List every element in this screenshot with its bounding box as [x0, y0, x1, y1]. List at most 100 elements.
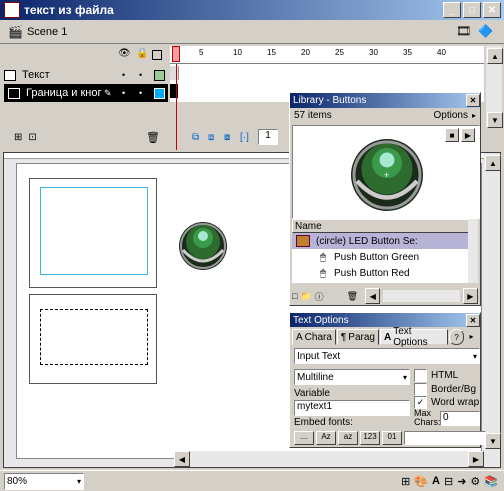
line-type-select[interactable]: Multiline ▾ [294, 369, 410, 385]
edit-symbols-icon[interactable]: 🔷 [478, 24, 493, 38]
button-symbol-icon: 🖱 [320, 251, 326, 263]
edit-multiple-icon[interactable]: ⧇ [224, 132, 230, 143]
para-tab-icon: ¶ [340, 331, 347, 343]
tick-25: 25 [335, 48, 344, 57]
text-type-select[interactable]: Input Text ▾ [294, 348, 480, 364]
layer-row-border[interactable]: Граница и кног ✎ • • [4, 84, 168, 102]
layer-color-swatch[interactable] [154, 70, 165, 81]
embed-uppercase-button[interactable]: Az [316, 431, 336, 445]
list-item[interactable]: 🖱 Push Button Red [292, 265, 478, 281]
panel-tabs: A Chara ¶ Parag A Text Options ? ▸ [290, 326, 480, 348]
html-checkbox-row[interactable]: HTML [414, 369, 458, 382]
tick-40: 40 [437, 48, 446, 57]
library-footer: □ 📁 ⓘ 🗑 ◀ ▶ [292, 288, 479, 304]
embed-lowercase-button[interactable]: az [338, 431, 358, 445]
new-symbol-icon[interactable]: □ [292, 291, 297, 301]
embed-numbers-button[interactable]: 123 [360, 431, 380, 445]
layer-row-text[interactable]: Текст • • [4, 66, 168, 84]
list-item[interactable]: (circle) LED Button Se: [292, 233, 478, 249]
library-count: 57 items [294, 110, 332, 121]
zoom-select[interactable]: 80% ▾ [4, 472, 84, 490]
library-panel-icon[interactable]: 📚 [484, 475, 498, 488]
movie-explorer-icon[interactable]: ⚙ [470, 475, 480, 488]
library-title: Library - Buttons [293, 95, 367, 106]
scroll-right-button[interactable]: ▶ [462, 288, 479, 304]
input-textbox-frame[interactable] [29, 178, 157, 288]
window-title: текст из файла [24, 3, 114, 17]
layer-name: Граница и кног [26, 87, 102, 99]
minimize-button[interactable]: _ [443, 2, 461, 18]
mixer-panel-icon[interactable]: 🎨 [414, 475, 428, 488]
preview-play-button[interactable]: ▶ [461, 128, 475, 142]
name-column-header[interactable]: Name [292, 219, 478, 233]
library-list-scrollbar[interactable] [468, 219, 478, 283]
layer-header: 👁 🔒 [0, 46, 168, 64]
instance-panel-icon[interactable]: ⊟ [444, 475, 453, 488]
dynamic-textbox-frame[interactable] [29, 294, 157, 384]
text-options-close-button[interactable]: ✕ [466, 313, 480, 327]
tab-paragraph[interactable]: ¶ Parag [336, 329, 379, 345]
preview-stop-button[interactable]: ■ [445, 128, 459, 142]
text-options-panel: Text Options ✕ A Chara ¶ Parag A Text Optio… [289, 312, 486, 448]
trash-icon[interactable]: 🗑 [146, 131, 160, 144]
stage-scrollbar-v[interactable]: ▲ ▼ [484, 153, 501, 451]
tab-character[interactable]: A Chara [292, 329, 336, 345]
add-layer-icon[interactable]: ⊞ [14, 132, 22, 143]
onion-outline-icon[interactable]: ⧈ [208, 132, 214, 143]
help-button[interactable]: ? [449, 329, 465, 345]
add-guide-icon[interactable]: ⊡ [28, 132, 36, 143]
close-button[interactable]: ✕ [483, 2, 501, 18]
new-folder-icon[interactable]: 📁 [300, 291, 311, 302]
led-button-instance[interactable] [177, 216, 229, 272]
timeline-scrollbar[interactable]: ▲ ▼ [486, 46, 503, 128]
eye-icon[interactable]: 👁 [118, 48, 131, 59]
embed-punct-button[interactable]: 01 [382, 431, 402, 445]
embed-fonts-label: Embed fonts: [294, 417, 353, 428]
dynamic-textbox[interactable] [40, 309, 148, 365]
panel-menu-arrow[interactable]: ▸ [465, 329, 478, 343]
outline-icon[interactable] [152, 50, 162, 60]
playhead-top[interactable] [172, 46, 180, 62]
timeline-footer: ⊞ ⊡ 🗑 ⧉ ⧈ ⧇ [·] 1 [0, 128, 290, 146]
layer-icon [8, 87, 20, 99]
library-list: Name (circle) LED Button Se: 🖱 Push Butt… [292, 219, 478, 283]
embed-chars-input[interactable] [404, 431, 486, 445]
edit-scene-icon[interactable]: 🎞 [456, 24, 471, 38]
tab-text-options[interactable]: A Text Options [379, 326, 449, 348]
delete-icon[interactable]: 🗑 [347, 291, 358, 302]
pencil-icon: ✎ [104, 87, 112, 98]
library-options[interactable]: Options [434, 110, 468, 121]
options-arrow-icon[interactable]: ▸ [472, 111, 476, 120]
text-options-titlebar: Text Options ✕ [290, 313, 480, 327]
maximize-button[interactable]: □ [463, 2, 481, 18]
layer-color-swatch[interactable] [154, 88, 165, 99]
onion-skin-icon[interactable]: ⧉ [192, 132, 199, 143]
variable-label: Variable [294, 388, 330, 399]
embed-buttons: ... Az az 123 01 [294, 431, 486, 445]
html-checkbox[interactable] [414, 369, 427, 382]
dropdown-arrow-icon: ▾ [402, 372, 407, 382]
list-item[interactable]: 🖱 Push Button Green [292, 249, 478, 265]
embed-none-button[interactable]: ... [294, 431, 314, 445]
maxchars-label: Max Chars: [414, 408, 441, 427]
maxchars-input[interactable]: 0 [440, 411, 480, 426]
border-checkbox-row[interactable]: Border/Bg [414, 383, 476, 396]
info-panel-icon[interactable]: ⊞ [401, 475, 410, 488]
scroll-left-button[interactable]: ◀ [365, 288, 381, 304]
variable-input[interactable]: mytext1 [294, 400, 410, 416]
character-panel-icon[interactable]: A [432, 475, 440, 488]
library-close-button[interactable]: ✕ [466, 94, 480, 107]
input-textbox[interactable] [40, 187, 148, 275]
properties-icon[interactable]: ⓘ [315, 290, 324, 303]
stage-scrollbar-h[interactable]: ◀ ▶ [174, 451, 484, 467]
border-checkbox[interactable] [414, 383, 427, 396]
h-scroll-track[interactable] [383, 290, 460, 302]
onion-markers-icon[interactable]: [·] [240, 132, 249, 143]
text-tab-icon: A [383, 331, 392, 343]
lock-icon[interactable]: 🔒 [136, 48, 148, 59]
layer-name: Текст [22, 69, 50, 81]
library-panel: Library - Buttons ✕ 57 items Options ▸ +… [289, 92, 481, 306]
actions-panel-icon[interactable]: ➜ [457, 475, 466, 488]
tick-15: 15 [267, 48, 276, 57]
library-preview: + ■ ▶ [292, 125, 480, 219]
